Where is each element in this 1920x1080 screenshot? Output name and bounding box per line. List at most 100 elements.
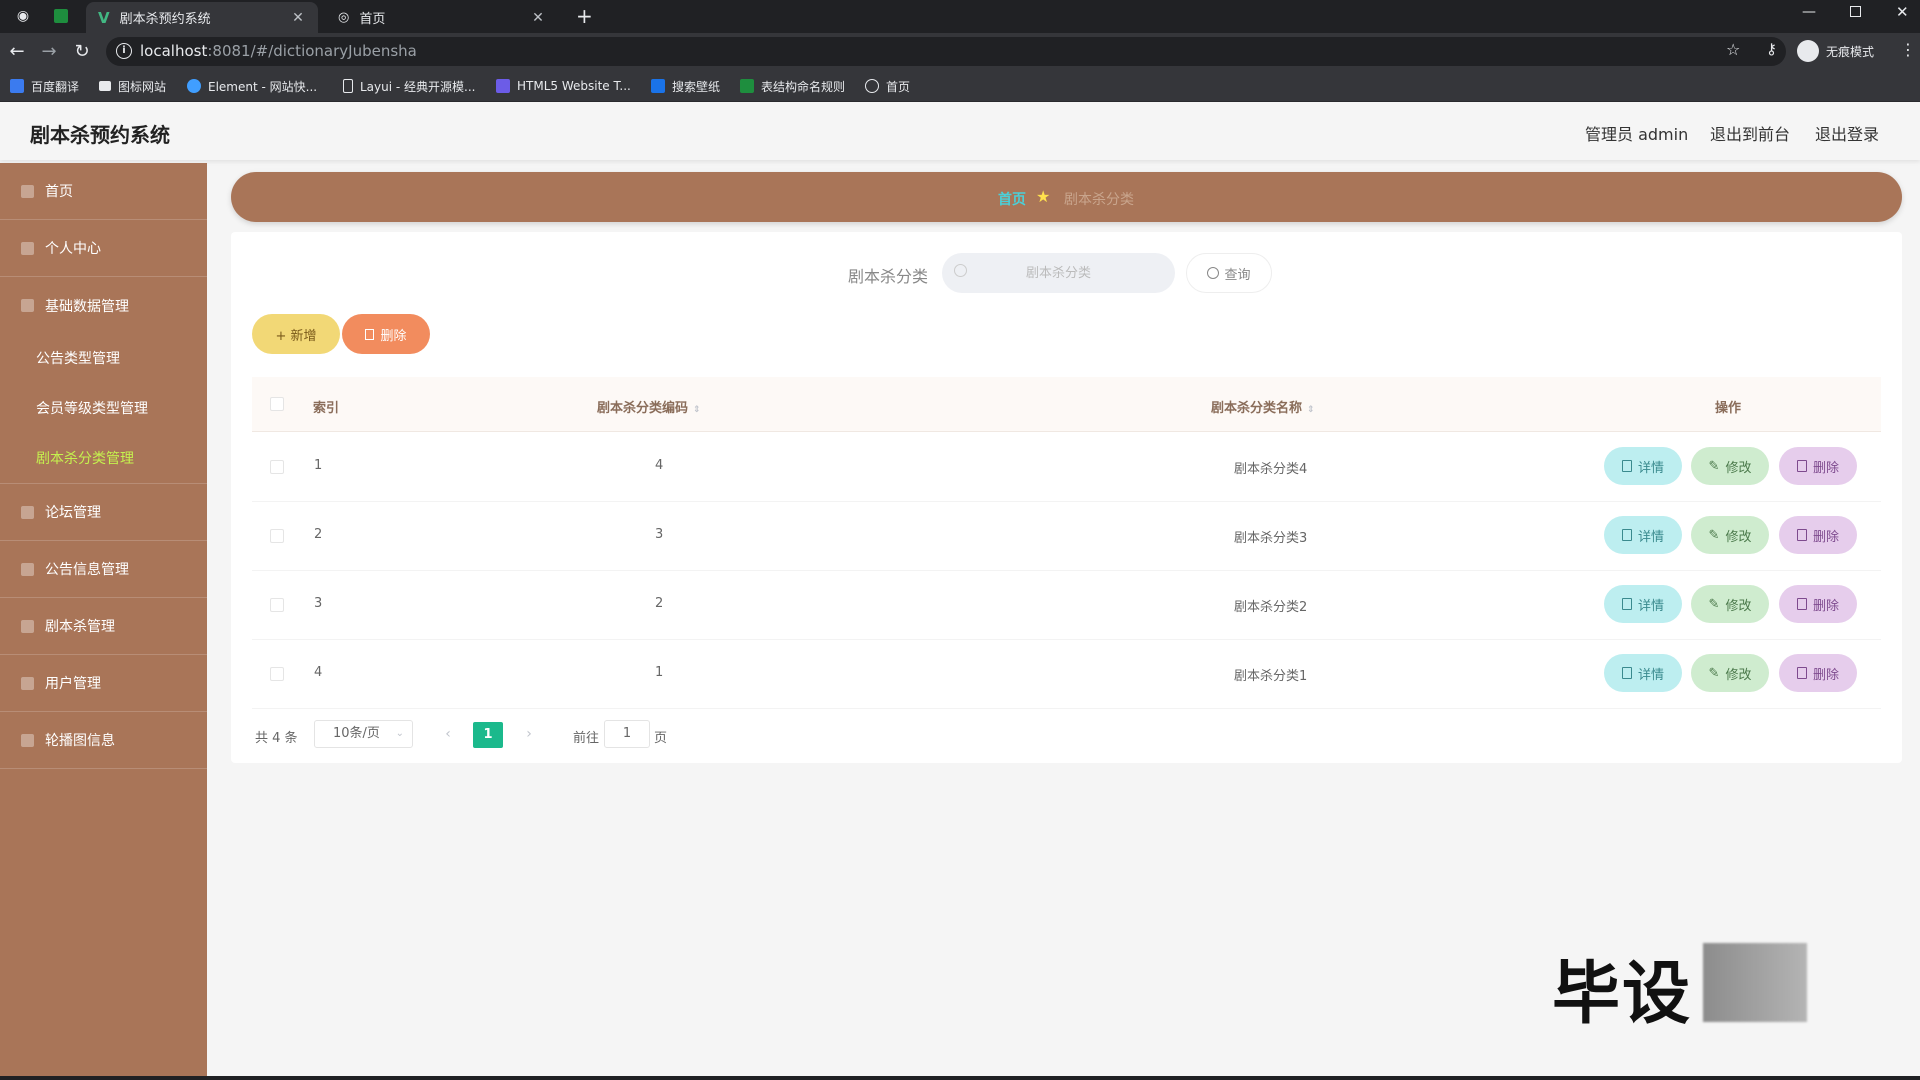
sidebar-item-jubensha[interactable]: 剧本杀管理 [0, 598, 207, 655]
goto-input[interactable]: 1 [604, 720, 650, 748]
document-icon [1621, 529, 1632, 541]
sidebar-item-label: 公告信息管理 [45, 562, 129, 578]
home-icon [21, 184, 34, 198]
bookmark-label: Element - 网站快... [208, 79, 318, 94]
new-tab-button[interactable]: + [576, 4, 593, 28]
tab-home[interactable]: ◎ 首页 ✕ [326, 2, 558, 33]
sidebar-item-label: 用户管理 [45, 676, 101, 692]
reload-icon[interactable]: ↻ [71, 41, 93, 63]
sidebar-item-profile[interactable]: 个人中心 [0, 220, 207, 277]
site-info-icon[interactable]: i [116, 43, 132, 59]
bookmark-label: 首页 [886, 79, 911, 94]
delete-label: 删除 [1812, 667, 1839, 683]
sidebar-item-home[interactable]: 首页 [0, 163, 207, 220]
sidebar-item-label: 个人中心 [45, 241, 101, 257]
bookmark-item[interactable]: 表结构命名规则 [740, 76, 845, 96]
profile-label[interactable]: 无痕模式 [1826, 43, 1874, 60]
detail-button[interactable]: 详情 [1604, 447, 1682, 485]
sort-icon[interactable]: ⇕ [1307, 406, 1315, 415]
goto-label: 前往 [573, 731, 600, 746]
select-all-checkbox[interactable] [270, 397, 284, 411]
edit-button[interactable]: ✎ 修改 [1691, 516, 1769, 554]
edit-button[interactable]: ✎ 修改 [1691, 447, 1769, 485]
sidebar-subitem-notice-type[interactable]: 公告类型管理 [36, 348, 120, 368]
column-header-code[interactable]: 剧本杀分类编码 ⇕ [597, 397, 701, 416]
sidebar-item-base-data[interactable]: 基础数据管理 [0, 277, 207, 334]
detail-label: 详情 [1637, 460, 1664, 476]
bookmark-label: Layui - 经典开源模... [360, 79, 476, 94]
star-icon: ★ [1036, 187, 1051, 206]
query-label: 查询 [1224, 267, 1251, 283]
row-checkbox[interactable] [270, 667, 284, 681]
breadcrumb-current: 剧本杀分类 [1064, 192, 1134, 208]
bookmark-item[interactable]: 图标网站 [99, 76, 166, 96]
trash-icon [1796, 529, 1807, 541]
delete-button[interactable]: 删除 [1779, 516, 1857, 554]
bookmark-item[interactable]: 百度翻译 [10, 76, 79, 96]
sidebar-item-carousel[interactable]: 轮播图信息 [0, 712, 207, 769]
sort-icon[interactable]: ⇕ [693, 406, 701, 415]
edit-button[interactable]: ✎ 修改 [1691, 654, 1769, 692]
delete-button[interactable]: 删除 [1779, 447, 1857, 485]
cell-name: 剧本杀分类2 [1234, 600, 1308, 615]
detail-button[interactable]: 详情 [1604, 585, 1682, 623]
search-input[interactable] [942, 253, 1175, 293]
next-page-icon[interactable]: › [518, 723, 540, 745]
breadcrumb-home[interactable]: 首页 [998, 189, 1026, 209]
edit-button[interactable]: ✎ 修改 [1691, 585, 1769, 623]
page-size-select[interactable]: 10条/页 ⌄ [314, 720, 413, 748]
address-bar[interactable]: localhost:8081/#/dictionaryJubensha [106, 37, 1786, 66]
sidebar-item-forum[interactable]: 论坛管理 [0, 484, 207, 541]
batch-delete-button[interactable]: 删除 [342, 314, 430, 354]
close-icon[interactable]: ✕ [530, 10, 546, 26]
delete-button[interactable]: 删除 [1779, 585, 1857, 623]
logout-link[interactable]: 退出登录 [1815, 121, 1879, 145]
close-icon[interactable]: ✕ [290, 10, 306, 26]
vue-favicon-icon: V [98, 8, 110, 27]
search-label: 剧本杀分类 [848, 267, 929, 286]
sidebar-item-users[interactable]: 用户管理 [0, 655, 207, 712]
detail-label: 详情 [1637, 598, 1664, 614]
sidebar-subitem-member-level[interactable]: 会员等级类型管理 [36, 398, 148, 418]
bookmark-item[interactable]: Layui - 经典开源模... [343, 76, 475, 96]
column-header-name[interactable]: 剧本杀分类名称 ⇕ [1211, 397, 1315, 416]
to-front-link[interactable]: 退出到前台 [1710, 121, 1790, 145]
restore-icon[interactable] [1850, 6, 1861, 17]
prev-page-icon[interactable]: ‹ [437, 723, 459, 745]
browser-menu-icon[interactable]: ◉ [12, 5, 34, 27]
sidebar-item-label: 剧本杀管理 [45, 619, 115, 635]
bookmark-label: HTML5 Website T... [517, 79, 631, 93]
cell-index: 1 [314, 458, 323, 473]
trash-icon [1796, 598, 1807, 610]
query-button[interactable]: 查询 [1186, 253, 1272, 293]
trash-icon [1796, 460, 1807, 472]
pencil-icon: ✎ [1708, 458, 1720, 474]
bookmark-item[interactable]: HTML5 Website T... [496, 76, 631, 96]
more-icon[interactable]: ⋮ [1900, 40, 1916, 59]
delete-button[interactable]: 删除 [1779, 654, 1857, 692]
detail-button[interactable]: 详情 [1604, 654, 1682, 692]
bookmark-item[interactable]: Element - 网站快... [187, 76, 317, 96]
document-icon [1621, 667, 1632, 679]
tab-jubensha[interactable]: V 剧本杀预约系统 ✕ [86, 2, 318, 33]
page-number[interactable]: 1 [473, 722, 503, 748]
detail-button[interactable]: 详情 [1604, 516, 1682, 554]
edit-label: 修改 [1725, 667, 1752, 683]
bookmark-item[interactable]: 搜索壁纸 [651, 76, 720, 96]
page-size-value: 10条/页 [333, 726, 380, 741]
tab-title: 首页 [359, 12, 386, 27]
row-checkbox[interactable] [270, 529, 284, 543]
minimize-icon[interactable]: — [1802, 4, 1816, 20]
bookmark-item[interactable]: 首页 [865, 76, 910, 96]
star-icon[interactable]: ☆ [1726, 40, 1740, 59]
window-close-icon[interactable]: ✕ [1896, 3, 1909, 21]
row-checkbox[interactable] [270, 460, 284, 474]
key-icon[interactable]: ⚷ [1766, 40, 1777, 58]
row-checkbox[interactable] [270, 598, 284, 612]
sidebar-subitem-jubensha-category[interactable]: 剧本杀分类管理 [36, 448, 134, 468]
add-button[interactable]: + 新增 [252, 314, 340, 354]
back-icon[interactable]: ← [6, 41, 28, 63]
forward-icon[interactable]: → [38, 41, 60, 63]
sidebar-item-notice[interactable]: 公告信息管理 [0, 541, 207, 598]
sidebar-item-label: 基础数据管理 [45, 298, 129, 315]
